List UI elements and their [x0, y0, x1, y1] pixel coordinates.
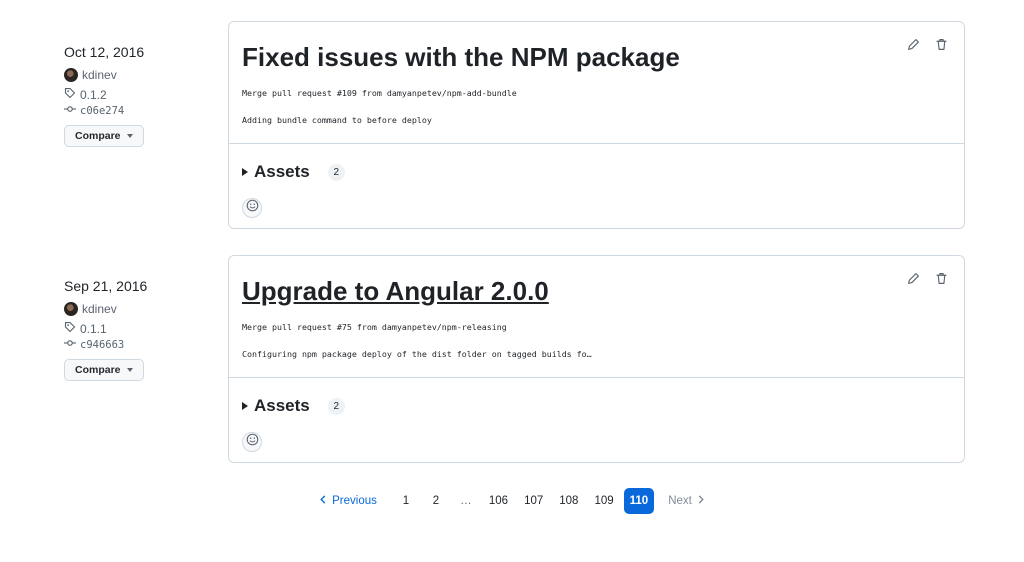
release-author[interactable]: kdinev: [64, 67, 214, 83]
commit-icon: [64, 337, 76, 353]
commit-icon: [64, 103, 76, 119]
release-meta: Sep 21, 2016 kdinev 0.1.1 c946663 Compar…: [64, 276, 214, 381]
assets-label: Assets: [254, 396, 310, 415]
release-assets-section: Assets 2: [229, 378, 964, 462]
release-actions: [906, 37, 948, 51]
page-current[interactable]: 110: [623, 488, 655, 514]
author-name: kdinev: [82, 302, 117, 316]
release-date: Oct 12, 2016: [64, 44, 145, 60]
caret-down-icon: [126, 368, 133, 372]
page-link[interactable]: 109: [588, 488, 619, 514]
release-assets-section: Assets 2: [229, 144, 964, 228]
page-gap: …: [460, 495, 472, 507]
release-author[interactable]: kdinev: [64, 301, 214, 317]
release-date: Sep 21, 2016: [64, 278, 148, 294]
assets-toggle[interactable]: Assets 2: [242, 396, 951, 416]
next-label: Next: [668, 495, 692, 507]
pagination-next[interactable]: Next: [662, 488, 710, 514]
avatar: [64, 68, 78, 82]
caret-down-icon: [126, 134, 133, 138]
assets-toggle[interactable]: Assets 2: [242, 162, 951, 182]
chevron-left-icon: [320, 495, 326, 507]
compare-button[interactable]: Compare: [64, 125, 144, 147]
release-tag[interactable]: 0.1.1: [64, 321, 214, 337]
release-card: Upgrade to Angular 2.0.0 Merge pull requ…: [228, 255, 965, 463]
release-body: Upgrade to Angular 2.0.0 Merge pull requ…: [229, 256, 964, 378]
tag-label: 0.1.1: [80, 322, 107, 336]
assets-count-badge: 2: [327, 163, 345, 181]
commit-hash: c946663: [80, 339, 125, 351]
pagination-previous[interactable]: Previous: [314, 488, 383, 514]
release-title: Fixed issues with the NPM package: [242, 42, 680, 72]
commit-hash: c06e274: [80, 105, 125, 117]
smiley-icon: [246, 199, 259, 217]
release-meta: Oct 12, 2016 kdinev 0.1.2 c06e274 Compar…: [64, 42, 214, 147]
release-card: Fixed issues with the NPM package Merge …: [228, 21, 965, 229]
compare-button[interactable]: Compare: [64, 359, 144, 381]
release-note-line: Configuring npm package deploy of the di…: [242, 349, 592, 359]
compare-label: Compare: [75, 364, 121, 376]
assets-count-badge: 2: [327, 397, 345, 415]
trash-icon[interactable]: [934, 271, 948, 285]
tag-icon: [64, 87, 76, 103]
page-link[interactable]: 107: [518, 488, 549, 514]
avatar: [64, 302, 78, 316]
tag-icon: [64, 321, 76, 337]
release-tag[interactable]: 0.1.2: [64, 87, 214, 103]
previous-label: Previous: [332, 495, 377, 507]
release-note-line: Merge pull request #75 from damyanpetev/…: [242, 322, 507, 332]
pencil-icon[interactable]: [906, 37, 920, 51]
release-commit[interactable]: c06e274: [64, 103, 214, 119]
page-link[interactable]: 1: [393, 488, 419, 514]
release-notes: Merge pull request #75 from damyanpetev/…: [242, 321, 951, 360]
release-title-link[interactable]: Upgrade to Angular 2.0.0: [242, 275, 951, 307]
triangle-right-icon: [242, 402, 248, 410]
page-link[interactable]: 108: [553, 488, 584, 514]
release-note-line: Adding bundle command to before deploy: [242, 115, 432, 125]
pagination: Previous 1 2 … 106 107 108 109 110 Next: [0, 488, 1024, 514]
release-commit[interactable]: c946663: [64, 337, 214, 353]
author-name: kdinev: [82, 68, 117, 82]
page-link[interactable]: 2: [423, 488, 449, 514]
assets-label: Assets: [254, 162, 310, 181]
smiley-icon: [246, 433, 259, 451]
release-note-line: Merge pull request #109 from damyanpetev…: [242, 88, 517, 98]
add-reaction-button[interactable]: [242, 432, 262, 452]
release-actions: [906, 271, 948, 285]
release-notes: Merge pull request #109 from damyanpetev…: [242, 87, 951, 126]
chevron-right-icon: [698, 495, 704, 507]
trash-icon[interactable]: [934, 37, 948, 51]
tag-label: 0.1.2: [80, 88, 107, 102]
triangle-right-icon: [242, 168, 248, 176]
compare-label: Compare: [75, 130, 121, 142]
pencil-icon[interactable]: [906, 271, 920, 285]
add-reaction-button[interactable]: [242, 198, 262, 218]
page-link[interactable]: 106: [483, 488, 514, 514]
release-body: Fixed issues with the NPM package Merge …: [229, 22, 964, 144]
